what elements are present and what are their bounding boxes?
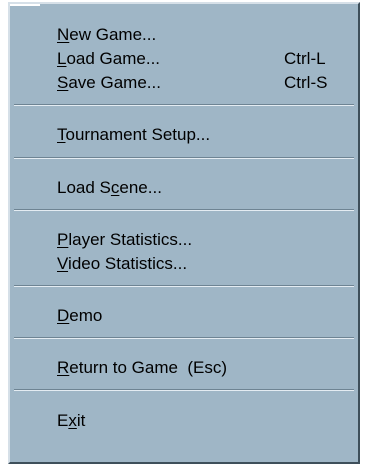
menu-separator (14, 389, 354, 391)
menu-item-exit[interactable]: Exit (10, 408, 358, 434)
menu-item-label: New Game... (57, 25, 157, 44)
menu-item-label: Save Game... (57, 73, 161, 92)
menu-item-shortcut: Ctrl-L (284, 49, 326, 68)
menu-separator (14, 209, 354, 211)
menu-item-label: Load Scene... (57, 178, 162, 197)
menu-item-video-statistics[interactable]: Video Statistics... (10, 251, 358, 277)
menu-item-label: Return to Game (Esc) (57, 358, 228, 377)
menu-item-label: Video Statistics... (57, 254, 188, 273)
menu-separator (14, 285, 354, 287)
menu-item-return-to-game[interactable]: Return to Game (Esc) (10, 355, 358, 381)
menu-item-label: Tournament Setup... (57, 125, 211, 144)
menu-item-label: Player Statistics... (57, 230, 193, 249)
menu-item-shortcut: Ctrl-S (284, 73, 328, 92)
menu-item-save-game[interactable]: Save Game... Ctrl-S (10, 70, 358, 96)
menu-separator (14, 337, 354, 339)
menu-item-label: Exit (57, 411, 86, 430)
game-menu: New Game... Load Game... Ctrl-L Save Gam… (8, 2, 360, 464)
menu-item-player-statistics[interactable]: Player Statistics... (10, 227, 358, 253)
menu-top-edge (10, 4, 40, 6)
menu-item-demo[interactable]: Demo (10, 303, 358, 329)
menu-item-load-game[interactable]: Load Game... Ctrl-L (10, 46, 358, 72)
menu-separator (14, 104, 354, 106)
menu-item-tournament-setup[interactable]: Tournament Setup... (10, 122, 358, 148)
menu-separator (14, 157, 354, 159)
menu-item-label: Demo (57, 306, 103, 325)
menu-item-load-scene[interactable]: Load Scene... (10, 175, 358, 201)
menu-item-new-game[interactable]: New Game... (10, 22, 358, 48)
menu-item-label: Load Game... (57, 49, 161, 68)
